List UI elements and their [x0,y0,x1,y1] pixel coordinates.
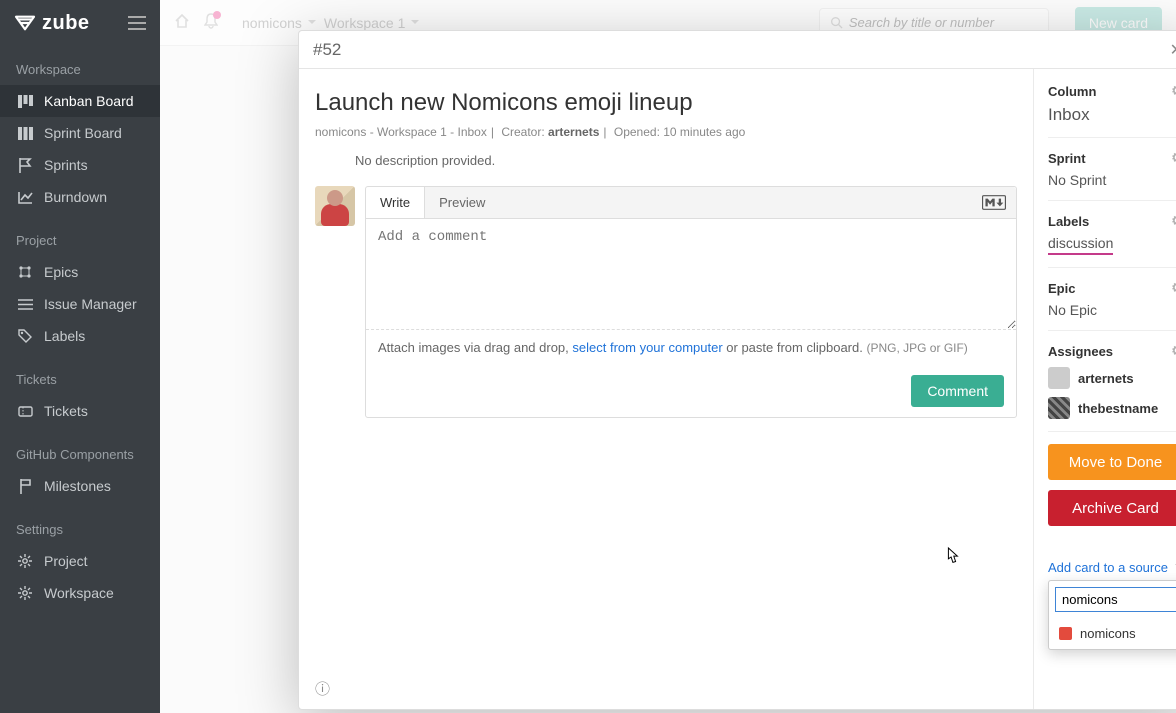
sidebar-group-settings: Settings [0,518,160,545]
gear-icon [16,554,34,568]
sprint-icon [16,127,34,140]
tab-preview[interactable]: Preview [425,187,499,218]
side-assignees-title: Assignees [1048,344,1113,359]
kanban-icon [16,95,34,108]
chevron-down-icon [308,15,316,31]
logo-icon [14,14,36,32]
source-dropdown: nomicons [1048,580,1176,650]
info-icon[interactable]: ⓘ [315,678,330,699]
sidebar-group-github-components: GitHub Components [0,443,160,470]
sidebar-item-sprints[interactable]: Sprints [0,149,160,181]
archive-card-button[interactable]: Archive Card [1048,490,1176,526]
sidebar-item-labels[interactable]: Labels [0,320,160,352]
tag-icon [16,329,34,343]
sidebar-group-tickets: Tickets [0,368,160,395]
side-epic-value: No Epic [1048,302,1176,318]
notifications-icon[interactable] [204,13,218,32]
attach-hint: Attach images via drag and drop, select … [366,329,1016,365]
gear-icon[interactable]: ⚙ [1171,213,1176,229]
empty-description: No description provided. [355,153,1017,168]
gear-icon[interactable]: ⚙ [1171,280,1176,296]
avatar [1048,397,1070,419]
assignee-item[interactable]: arternets [1048,367,1176,389]
card-modal: #52 ✕ Launch new Nomicons emoji lineup n… [298,30,1176,710]
chart-icon [16,191,34,204]
search-input[interactable] [849,15,1038,30]
sidebar-item-tickets[interactable]: Tickets [0,395,160,427]
brand-logo[interactable]: zube [14,12,90,35]
tab-write[interactable]: Write [366,187,425,218]
gear-icon[interactable]: ⚙ [1171,343,1176,359]
sidebar-item-kanban-board[interactable]: Kanban Board [0,85,160,117]
sidebar-item-epics[interactable]: Epics [0,256,160,288]
project-selector[interactable]: nomicons [242,15,316,31]
markdown-icon [982,195,1006,211]
source-option[interactable]: nomicons [1049,618,1176,649]
sidebar-item-sprint-board[interactable]: Sprint Board [0,117,160,149]
sidebar-item-project[interactable]: Project [0,545,160,577]
move-to-done-button[interactable]: Move to Done [1048,444,1176,480]
chevron-down-icon [411,15,419,31]
comment-textarea[interactable] [366,219,1016,329]
comment-editor: Write Preview Attach images via drag and… [365,186,1017,418]
search-icon [830,16,843,29]
gear-icon[interactable]: ⚙ [1171,83,1176,99]
attach-select-link[interactable]: select from your computer [572,340,722,355]
menu-toggle-icon[interactable] [128,16,146,30]
sidebar-item-workspace[interactable]: Workspace [0,577,160,609]
card-subtitle: nomicons - Workspace 1 - Inbox| Creator:… [315,125,1017,139]
flag-icon [16,158,34,173]
side-labels-title: Labels [1048,214,1089,229]
side-epic-title: Epic [1048,281,1075,296]
avatar [1048,367,1070,389]
side-column-value: Inbox [1048,105,1176,125]
close-icon[interactable]: ✕ [1170,40,1176,60]
user-avatar [315,186,355,226]
app-sidebar: zube WorkspaceKanban BoardSprint BoardSp… [0,0,160,713]
workspace-selector[interactable]: Workspace 1 [324,15,419,31]
source-search-input[interactable] [1055,587,1176,612]
card-title: Launch new Nomicons emoji lineup [315,89,1017,117]
epics-icon [16,265,34,279]
gear-icon[interactable]: ⚙ [1171,150,1176,166]
milestone-icon [16,479,34,494]
add-source-link[interactable]: Add card to a source [1048,560,1176,575]
brand-name: zube [42,12,90,35]
issues-icon [16,299,34,310]
ticket-icon [16,406,34,417]
assignee-item[interactable]: thebestname [1048,397,1176,419]
sidebar-item-issue-manager[interactable]: Issue Manager [0,288,160,320]
card-id: #52 [313,40,341,60]
source-color-icon [1059,627,1072,640]
side-sprint-value: No Sprint [1048,172,1176,188]
sidebar-group-workspace: Workspace [0,58,160,85]
card-sidebar: Column⚙ Inbox Sprint⚙ No Sprint Labels⚙ … [1033,69,1176,709]
sidebar-group-project: Project [0,229,160,256]
label-tag[interactable]: discussion [1048,235,1113,255]
gear-icon [16,586,34,600]
side-sprint-title: Sprint [1048,151,1086,166]
sidebar-item-milestones[interactable]: Milestones [0,470,160,502]
sidebar-item-burndown[interactable]: Burndown [0,181,160,213]
side-column-title: Column [1048,84,1096,99]
comment-button[interactable]: Comment [911,375,1004,407]
home-icon[interactable] [174,14,190,31]
